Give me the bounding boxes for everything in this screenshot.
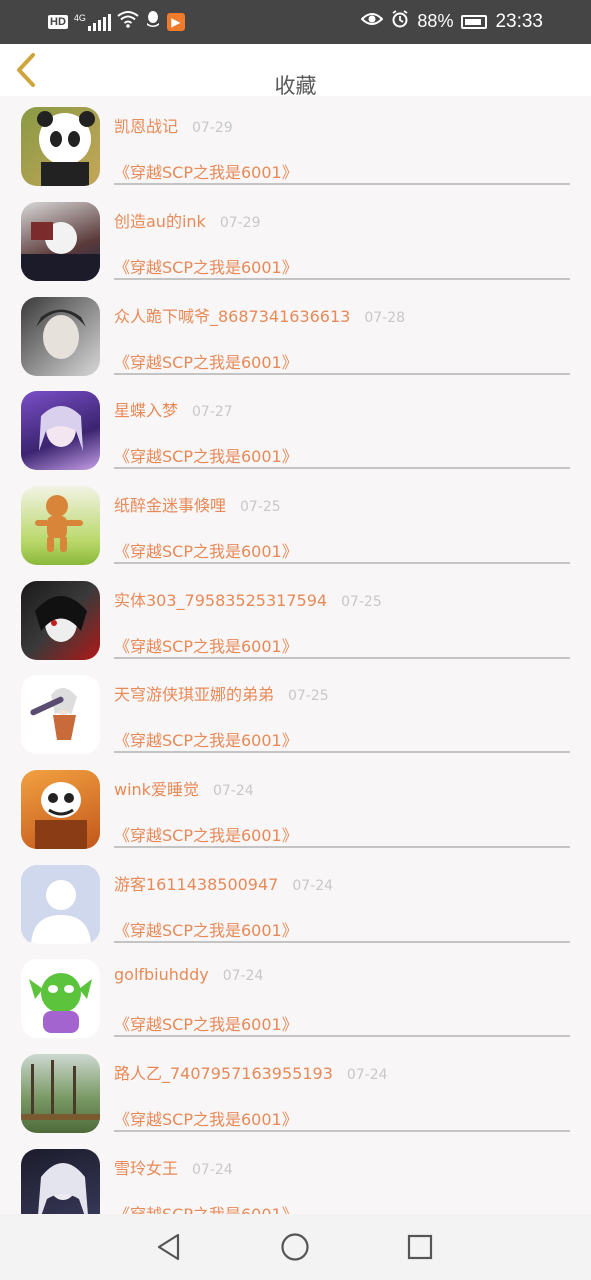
book-title[interactable]: 《穿越SCP之我是6001》 [114, 633, 298, 657]
list-item[interactable]: 游客1611438500947 07-24 《穿越SCP之我是6001》 [0, 854, 591, 949]
divider [114, 278, 570, 280]
date: 07-24 [346, 1067, 388, 1083]
date: 07-27 [192, 404, 233, 420]
username: wink爱睡觉 07-24 [114, 780, 254, 799]
avatar[interactable] [21, 391, 100, 470]
date: 07-25 [341, 594, 382, 610]
avatar[interactable] [21, 1054, 100, 1133]
date: 07-28 [364, 310, 406, 326]
list-item[interactable]: 创造au的ink 07-29 《穿越SCP之我是6001》 [0, 191, 591, 286]
book-title[interactable]: 《穿越SCP之我是6001》 [114, 1011, 298, 1035]
network-type: 4G [73, 12, 86, 23]
list-item[interactable]: 星蝶入梦 07-27 《穿越SCP之我是6001》 [0, 380, 591, 475]
username: 雪玲女王 07-24 [114, 1159, 233, 1178]
hd-icon: HD [48, 14, 68, 29]
username: 众人跪下喊爷_8687341636613 07-28 [114, 307, 406, 326]
date: 07-29 [219, 215, 261, 231]
book-title[interactable]: 《穿越SCP之我是6001》 [114, 1106, 298, 1130]
list-item[interactable]: 天穹游侠琪亚娜的弟弟 07-25 《穿越SCP之我是6001》 [0, 664, 591, 759]
back-triangle-icon[interactable] [153, 1231, 185, 1263]
book-title[interactable]: 《穿越SCP之我是6001》 [114, 822, 298, 846]
avatar[interactable] [21, 297, 100, 376]
recents-square-icon[interactable] [404, 1231, 436, 1263]
battery-icon [461, 14, 488, 29]
avatar[interactable] [21, 675, 100, 754]
book-title[interactable]: 《穿越SCP之我是6001》 [114, 159, 298, 183]
date: 07-29 [192, 120, 233, 136]
list-item[interactable]: 纸醉金迷事倏哩 07-25 《穿越SCP之我是6001》 [0, 475, 591, 570]
avatar[interactable] [21, 1149, 100, 1214]
avatar[interactable] [21, 107, 100, 186]
status-right: 88% 23:33 [361, 10, 543, 33]
username: 创造au的ink 07-29 [114, 212, 261, 231]
app-header: 收藏 [0, 44, 591, 98]
avatar[interactable] [21, 865, 100, 944]
book-title[interactable]: 《穿越SCP之我是6001》 [114, 349, 298, 373]
list-item[interactable]: wink爱睡觉 07-24 《穿越SCP之我是6001》 [0, 759, 591, 854]
list-item[interactable]: 路人乙_7407957163955193 07-24 《穿越SCP之我是6001》 [0, 1043, 591, 1138]
username: 游客1611438500947 07-24 [114, 875, 334, 894]
status-bar: HD 4G ▶ 88% 23:33 [0, 0, 591, 44]
username: 凯恩战记 07-29 [114, 117, 233, 136]
avatar[interactable] [21, 581, 100, 660]
list-item[interactable]: 凯恩战记 07-29 《穿越SCP之我是6001》 [0, 96, 591, 191]
system-nav-bar [0, 1214, 591, 1280]
date: 07-25 [288, 688, 329, 704]
username: 路人乙_7407957163955193 07-24 [114, 1064, 388, 1083]
date: 07-24 [212, 783, 254, 799]
book-title[interactable]: 《穿越SCP之我是6001》 [114, 917, 298, 941]
list-item[interactable]: 雪玲女王07-24 《穿越SCP之我是6001》 [0, 1138, 591, 1214]
username: golfbiuhddy 07-24 [114, 965, 264, 984]
divider [114, 1035, 570, 1037]
status-left: HD 4G ▶ [48, 10, 185, 33]
username: 天穹游侠琪亚娜的弟弟 07-25 [114, 685, 329, 704]
qq-icon [145, 10, 161, 33]
divider [114, 373, 570, 375]
list-item[interactable]: 实体303_79583525317594 07-25 《穿越SCP之我是6001》 [0, 570, 591, 665]
avatar[interactable] [21, 486, 100, 565]
divider [114, 562, 570, 564]
book-title[interactable]: 《穿越SCP之我是6001》 [114, 1201, 298, 1214]
username: 实体303_79583525317594 07-25 [114, 591, 382, 610]
date: 07-24 [192, 1162, 233, 1178]
list-item[interactable]: golfbiuhddy 07-24 《穿越SCP之我是6001》 [0, 948, 591, 1043]
book-title[interactable]: 《穿越SCP之我是6001》 [114, 727, 298, 751]
clock: 23:33 [495, 10, 543, 32]
favorites-list: 凯恩战记 07-29 《穿越SCP之我是6001》 创造au的ink 07-29 《… [0, 96, 591, 1214]
divider [114, 751, 570, 753]
divider [114, 183, 570, 185]
username: 纸醉金迷事倏哩 07-25 [114, 496, 281, 515]
book-title[interactable]: 《穿越SCP之我是6001》 [114, 538, 298, 562]
list-item[interactable]: 众人跪下喊爷_8687341636613 07-28 《穿越SCP之我是6001》 [0, 286, 591, 381]
avatar[interactable] [21, 202, 100, 281]
date: 07-24 [292, 878, 334, 894]
date: 07-24 [222, 968, 264, 984]
divider [114, 657, 570, 659]
wifi-icon [117, 10, 139, 33]
signal-icon [87, 13, 111, 31]
book-title[interactable]: 《穿越SCP之我是6001》 [114, 254, 298, 278]
home-circle-icon[interactable] [279, 1231, 311, 1263]
avatar[interactable] [21, 959, 100, 1038]
book-title[interactable]: 《穿越SCP之我是6001》 [114, 443, 298, 467]
username: 星蝶入梦 07-27 [114, 401, 233, 420]
app-icon: ▶ [166, 12, 185, 31]
alarm-icon [391, 10, 409, 33]
date: 07-25 [240, 499, 281, 515]
divider [114, 1130, 570, 1132]
avatar[interactable] [21, 770, 100, 849]
divider [114, 846, 570, 848]
eye-icon [361, 11, 384, 32]
divider [114, 467, 570, 469]
battery-percent: 88% [417, 11, 454, 31]
divider [114, 941, 570, 943]
